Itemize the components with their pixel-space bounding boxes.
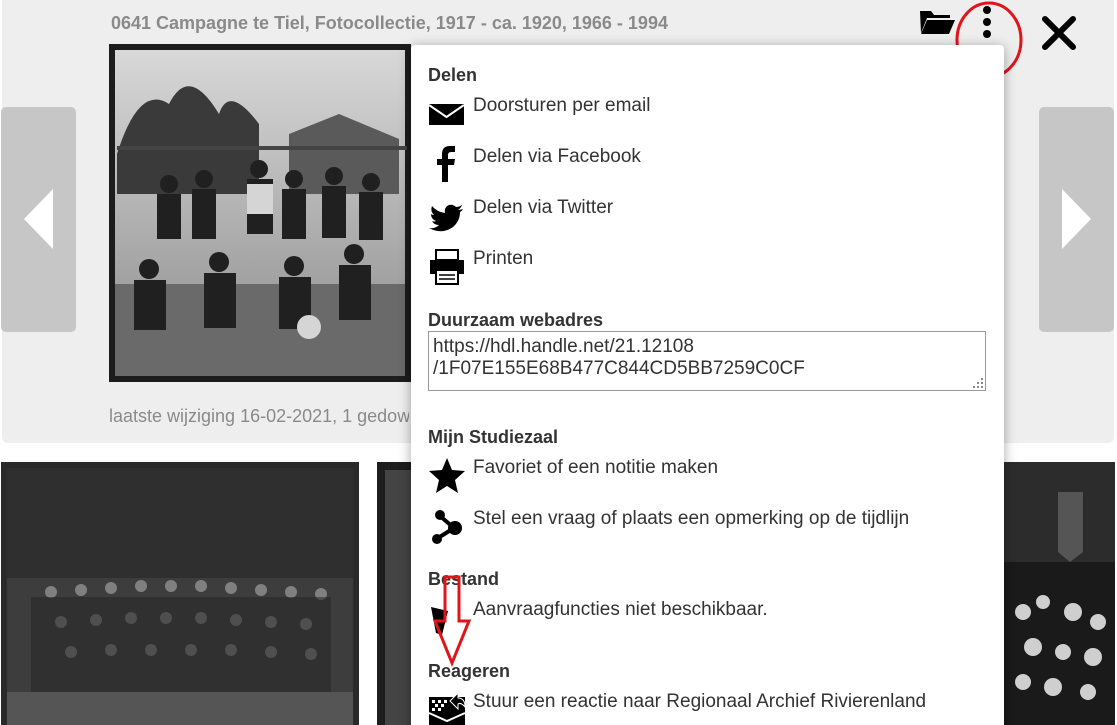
main-photo-image [109, 44, 411, 382]
menu-item-label: Stel een vraag of plaats een opmerking o… [473, 508, 910, 529]
menu-item-label: Favoriet of een notitie maken [473, 457, 719, 478]
timeline-comment-item[interactable]: Stel een vraag of plaats een opmerking o… [428, 508, 988, 548]
thumbnail-image [1, 462, 359, 725]
resize-grip-icon[interactable] [973, 378, 983, 388]
image-viewer: 0641 Campagne te Tiel, Fotocollectie, 19… [0, 0, 1117, 725]
permalink-field[interactable]: https://hdl.handle.net/21.12108 /1F07E15… [428, 331, 986, 391]
main-photo[interactable] [109, 44, 411, 382]
more-button[interactable] [975, 3, 999, 43]
favorite-item[interactable]: Favoriet of een notitie maken [428, 457, 988, 497]
menu-item-label: Doorsturen per email [473, 95, 651, 116]
section-title-studyroom: Mijn Studiezaal [428, 427, 559, 447]
folder-button[interactable] [918, 6, 956, 36]
share-nodes-icon [432, 510, 462, 544]
envelope-icon [428, 104, 465, 125]
menu-item-label: Aanvraagfuncties niet beschikbaar. [473, 599, 768, 620]
section-title-respond: Reageren [428, 661, 511, 681]
thumbnail[interactable] [1003, 462, 1115, 725]
reply-mail-icon [428, 691, 466, 725]
next-button[interactable] [1039, 107, 1114, 332]
record-meta: laatste wijziging 16-02-2021, 1 gedownlo… [109, 406, 409, 426]
share-email-item[interactable]: Doorsturen per email [428, 95, 988, 135]
actions-menu: Delen Doorsturen per email Delen via Fac… [411, 45, 1004, 725]
thumbnail[interactable] [1, 462, 359, 725]
printer-icon [430, 249, 464, 285]
menu-item-label: Printen [473, 248, 534, 269]
chevron-left-icon [24, 189, 53, 249]
thumbnail-image [377, 462, 413, 725]
thumbnail[interactable] [377, 462, 413, 725]
folder-icon [920, 11, 955, 34]
section-title-permalink: Duurzaam webadres [428, 310, 604, 330]
close-button[interactable] [1040, 14, 1078, 52]
request-unavailable-item: Aanvraagfuncties niet beschikbaar. [428, 599, 988, 639]
facebook-icon [437, 146, 455, 182]
share-twitter-item[interactable]: Delen via Twitter [428, 197, 988, 237]
record-title: 0641 Campagne te Tiel, Fotocollectie, 19… [111, 13, 668, 33]
more-vertical-icon [983, 6, 991, 38]
previous-button[interactable] [1, 107, 76, 332]
menu-item-label: Delen via Facebook [473, 146, 641, 167]
print-item[interactable]: Printen [428, 248, 988, 288]
section-title-share: Delen [428, 65, 478, 85]
close-icon [1042, 16, 1076, 50]
section-title-file: Bestand [428, 569, 500, 589]
thumbnail-image [1003, 462, 1115, 725]
twitter-icon [429, 204, 463, 232]
menu-item-label: Delen via Twitter [473, 197, 614, 218]
lock-icon [431, 607, 448, 635]
star-icon [429, 458, 465, 493]
chevron-right-icon [1062, 189, 1091, 249]
menu-item-label: Stuur een reactie naar Regionaal Archief… [473, 691, 927, 712]
send-reaction-item[interactable]: Stuur een reactie naar Regionaal Archief… [428, 691, 988, 725]
share-facebook-item[interactable]: Delen via Facebook [428, 146, 988, 186]
